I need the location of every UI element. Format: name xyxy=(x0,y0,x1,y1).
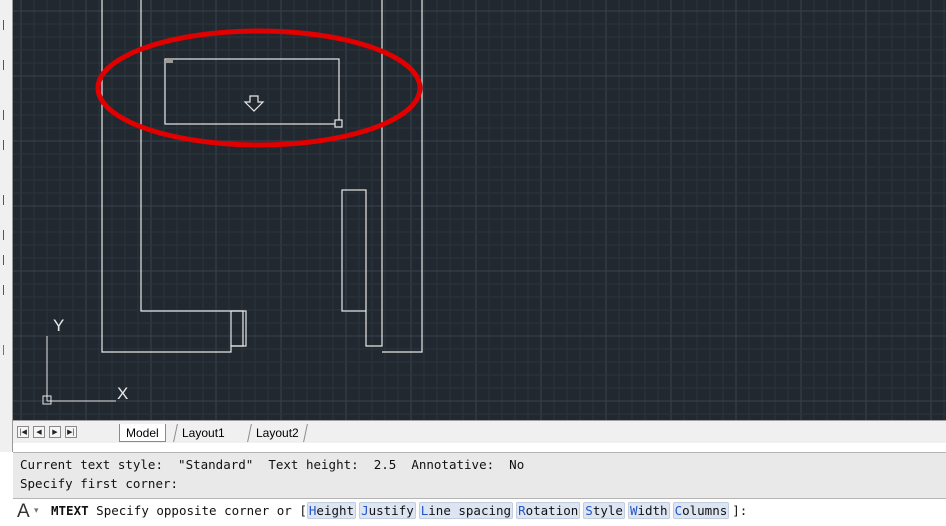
tab-label: Layout2 xyxy=(256,426,299,440)
option-width[interactable]: Width xyxy=(627,502,670,519)
toolbar-icon[interactable] xyxy=(3,110,10,120)
cursor-pickbox xyxy=(334,119,343,128)
command-name: MTEXT xyxy=(51,503,89,518)
option-rest: tyle xyxy=(592,503,623,518)
chevron-down-icon[interactable]: ▾ xyxy=(34,506,39,516)
option-key: S xyxy=(585,503,593,518)
mtext-command-icon[interactable]: A xyxy=(17,501,30,523)
toolbar-icon[interactable] xyxy=(3,255,10,265)
option-rest: idth xyxy=(637,503,668,518)
first-tab-button[interactable]: |◀ xyxy=(17,426,29,438)
option-rest: eight xyxy=(316,503,355,518)
tab-label: Layout1 xyxy=(182,426,225,440)
ucs-y-label: Y xyxy=(53,316,64,335)
toolbar-icon[interactable] xyxy=(3,345,10,355)
toolbar-icon[interactable] xyxy=(3,195,10,205)
option-rest: ine spacing xyxy=(428,503,512,518)
option-columns[interactable]: Columns xyxy=(672,502,730,519)
prompt-text: Specify opposite corner or [ xyxy=(88,503,307,518)
ucs-x-label: X xyxy=(117,384,128,403)
command-history: Current text style: "Standard" Text heig… xyxy=(13,452,946,499)
toolbar-icon[interactable] xyxy=(3,60,10,70)
tab-layout1[interactable]: Layout1 xyxy=(173,424,233,442)
toolbar-icon[interactable] xyxy=(3,285,10,295)
tab-layout2[interactable]: Layout2 xyxy=(247,424,308,442)
next-tab-button[interactable]: ▶ xyxy=(49,426,61,438)
tab-model[interactable]: Model xyxy=(119,424,166,442)
option-rest: olumns xyxy=(682,503,728,518)
option-rest: otation xyxy=(525,503,579,518)
history-line: Specify first corner: xyxy=(20,476,179,491)
toolbar-icon[interactable] xyxy=(3,20,10,30)
option-justify[interactable]: Justify xyxy=(359,502,416,519)
toolbar-icon[interactable] xyxy=(3,140,10,150)
layout-tab-bar: |◀ ◀ ▶ ▶| Model Layout1 Layout2 xyxy=(13,420,946,443)
drawing-canvas[interactable]: Y X xyxy=(13,0,946,420)
first-corner-grip[interactable] xyxy=(166,58,173,63)
option-key: R xyxy=(518,503,526,518)
prompt-suffix: ]: xyxy=(732,503,748,518)
option-key: C xyxy=(674,503,683,518)
command-prompt: MTEXT Specify opposite corner or [Height… xyxy=(51,502,748,519)
option-rest: ustify xyxy=(368,503,414,518)
previous-tab-button[interactable]: ◀ xyxy=(33,426,45,438)
option-style[interactable]: Style xyxy=(583,502,625,519)
left-toolbar-strip xyxy=(0,0,13,452)
command-line[interactable]: A ▾ MTEXT Specify opposite corner or [He… xyxy=(13,498,946,526)
last-tab-button[interactable]: ▶| xyxy=(65,426,77,438)
option-rotation[interactable]: Rotation xyxy=(516,502,581,519)
toolbar-icon[interactable] xyxy=(3,230,10,240)
option-line-spacing[interactable]: Line spacing xyxy=(418,502,514,519)
history-line: Current text style: "Standard" Text heig… xyxy=(20,457,525,472)
option-key: J xyxy=(361,503,369,518)
option-height[interactable]: Height xyxy=(306,502,357,519)
